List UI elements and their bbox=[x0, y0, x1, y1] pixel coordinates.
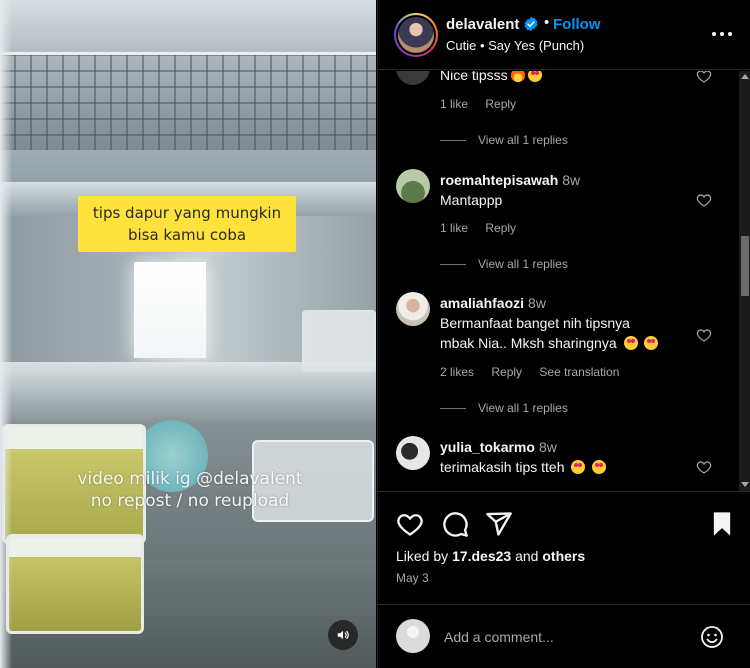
watermark-line1: video milik ig @delavalent bbox=[77, 469, 303, 489]
add-comment-bar bbox=[378, 604, 750, 668]
post-header: delavalent • Follow Cutie • Say Yes (Pun… bbox=[378, 0, 750, 70]
heart-eyes-emoji-icon bbox=[527, 71, 542, 82]
reply-button[interactable]: Reply bbox=[485, 97, 516, 111]
view-replies-button[interactable]: View all 1 replies bbox=[440, 401, 568, 415]
comment-like-heart-icon[interactable] bbox=[696, 459, 712, 475]
comment-icon[interactable] bbox=[441, 510, 469, 538]
comment-time: 8w bbox=[528, 295, 546, 311]
liked-by-text: Liked by 17.des23 and others bbox=[396, 548, 586, 564]
scroll-up-arrow-icon[interactable] bbox=[741, 74, 749, 79]
heart-icon[interactable] bbox=[396, 510, 424, 538]
send-icon[interactable] bbox=[485, 510, 513, 538]
liked-by-others[interactable]: others bbox=[542, 548, 585, 564]
commenter-username[interactable]: yulia_tokarmo 8w bbox=[440, 439, 557, 455]
comment-time: 8w bbox=[562, 172, 581, 188]
fridge-shelf-middle bbox=[0, 362, 376, 422]
comment-like-heart-icon[interactable] bbox=[696, 71, 712, 84]
comment-likes[interactable]: 1 like bbox=[440, 97, 468, 111]
comment-meta: 2 likes Reply See translation bbox=[440, 365, 633, 379]
commenter-avatar[interactable] bbox=[396, 169, 430, 203]
comment-text: terimakasih tips tteh bbox=[440, 457, 607, 477]
comment-text: Bermanfaat banget nih tipsnya mbak Nia..… bbox=[440, 313, 659, 353]
current-user-avatar bbox=[396, 619, 430, 653]
post-side-panel: delavalent • Follow Cutie • Say Yes (Pun… bbox=[377, 0, 750, 668]
header-separator: • bbox=[544, 14, 550, 31]
reel-video[interactable]: tips dapur yang mungkin bisa kamu coba v… bbox=[0, 0, 376, 668]
comment-meta: 1 like Reply bbox=[440, 221, 530, 235]
food-container-2 bbox=[6, 534, 144, 634]
commenter-avatar[interactable] bbox=[396, 436, 430, 470]
mute-button[interactable] bbox=[328, 620, 358, 650]
scroll-down-arrow-icon[interactable] bbox=[741, 482, 749, 487]
reply-button[interactable]: Reply bbox=[491, 365, 522, 379]
comment-text: Nice tipsss bbox=[440, 71, 542, 85]
heart-eyes-emoji-icon bbox=[571, 460, 586, 474]
bookmark-icon[interactable] bbox=[708, 510, 736, 538]
comment-input[interactable] bbox=[444, 627, 684, 647]
scrollbar-thumb[interactable] bbox=[741, 236, 749, 296]
verified-badge-icon bbox=[524, 16, 538, 32]
speaker-icon bbox=[337, 630, 349, 640]
post-actions: Liked by 17.des23 and others May 3 bbox=[378, 491, 750, 599]
author-avatar[interactable] bbox=[394, 13, 438, 57]
comment-meta: 1 like Reply bbox=[440, 97, 530, 111]
commenter-username[interactable]: amaliahfaozi 8w bbox=[440, 295, 546, 311]
comment-text: Mantappp bbox=[440, 192, 503, 208]
video-caption-line1: tips dapur yang mungkin bbox=[92, 204, 282, 222]
commenter-avatar[interactable] bbox=[396, 292, 430, 326]
comment-likes[interactable]: 1 like bbox=[440, 221, 468, 235]
fridge-light bbox=[134, 262, 206, 358]
see-translation-button[interactable]: See translation bbox=[539, 365, 619, 379]
commenter-username[interactable]: roemahtepisawah 8w bbox=[440, 172, 580, 188]
follow-button[interactable]: Follow bbox=[553, 16, 601, 33]
comment-like-heart-icon[interactable] bbox=[696, 327, 712, 343]
liked-by-user[interactable]: 17.des23 bbox=[452, 548, 511, 564]
author-username[interactable]: delavalent bbox=[446, 16, 519, 33]
fridge-top-panel bbox=[0, 0, 376, 55]
video-caption: tips dapur yang mungkin bisa kamu coba bbox=[78, 196, 296, 252]
comment-likes[interactable]: 2 likes bbox=[440, 365, 474, 379]
comment-like-heart-icon[interactable] bbox=[696, 192, 712, 208]
view-replies-button[interactable]: View all 1 replies bbox=[440, 133, 568, 147]
watermark-line2: no repost / no reupload bbox=[90, 491, 290, 511]
reply-button[interactable]: Reply bbox=[485, 221, 516, 235]
post-date: May 3 bbox=[396, 571, 429, 585]
heart-eyes-emoji-icon bbox=[592, 460, 607, 474]
more-horizontal-icon[interactable] bbox=[710, 24, 734, 44]
audio-track[interactable]: Cutie • Say Yes (Punch) bbox=[446, 38, 584, 53]
heart-eyes-emoji-icon bbox=[644, 336, 659, 350]
video-watermark: video milik ig @delavalent no repost / n… bbox=[40, 468, 340, 512]
smiley-icon[interactable] bbox=[700, 625, 724, 649]
view-replies-button[interactable]: View all 1 replies bbox=[440, 257, 568, 271]
heart-eyes-emoji-icon bbox=[623, 336, 638, 350]
video-caption-line2: bisa kamu coba bbox=[127, 226, 247, 244]
commenter-avatar[interactable] bbox=[396, 71, 430, 85]
fire-emoji-icon bbox=[510, 71, 525, 82]
comments-list[interactable]: Nice tipsss 1 like Reply View all 1 repl… bbox=[378, 71, 750, 491]
comment-time: 8w bbox=[538, 439, 557, 455]
fridge-door-edge bbox=[0, 0, 12, 668]
